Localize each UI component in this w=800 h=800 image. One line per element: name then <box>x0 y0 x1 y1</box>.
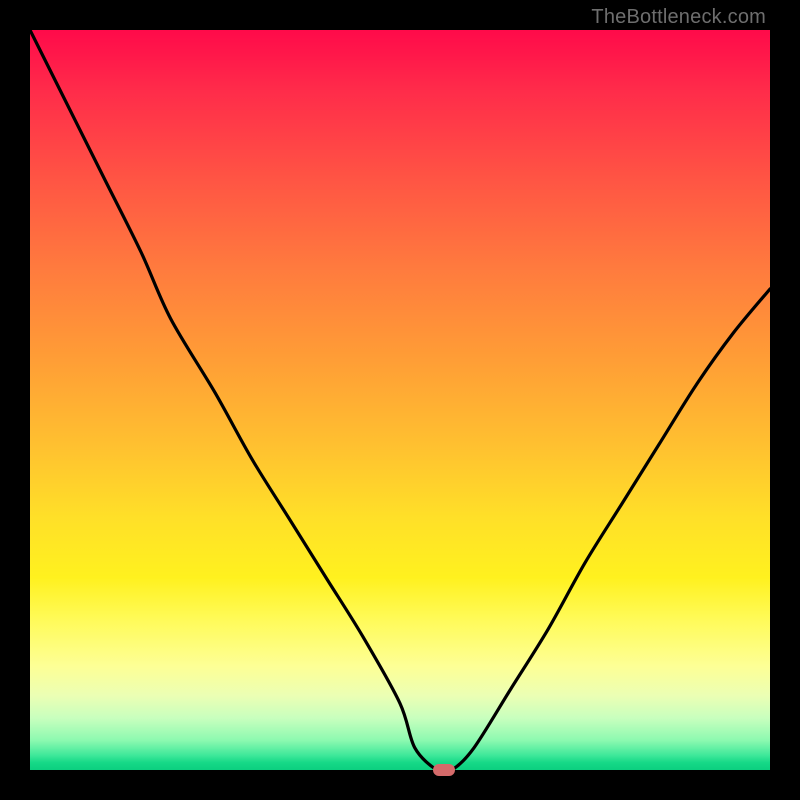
plot-area <box>30 30 770 770</box>
watermark-text: TheBottleneck.com <box>591 6 766 29</box>
bottleneck-curve-path <box>30 30 770 770</box>
optimal-marker <box>433 764 455 776</box>
curve-layer <box>30 30 770 770</box>
chart-frame: TheBottleneck.com <box>0 0 800 800</box>
